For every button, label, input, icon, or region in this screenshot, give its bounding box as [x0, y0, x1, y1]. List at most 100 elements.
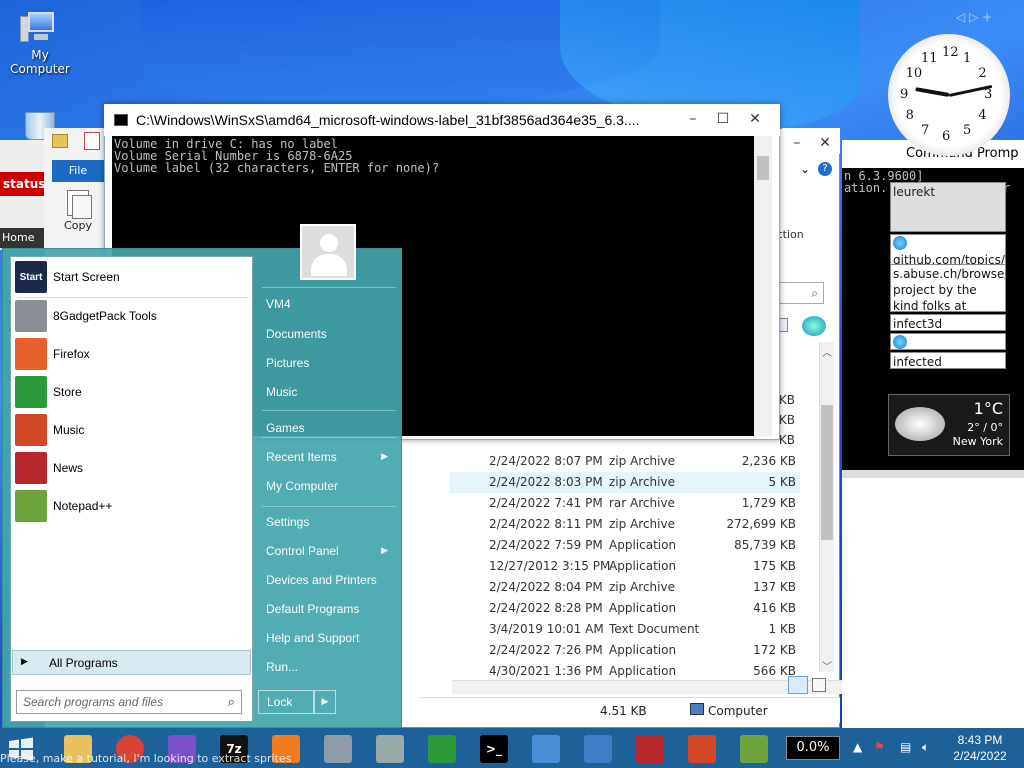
table-row[interactable]: 3/4/2019 10:01 AM Text Document 1 KB [450, 619, 800, 640]
table-row[interactable]: 2/24/2022 7:41 PM rar Archive 1,729 KB [450, 493, 800, 514]
large-icons-view-icon[interactable] [812, 678, 826, 692]
file-size: 175 KB [753, 559, 796, 573]
note-item[interactable]: leurekt [890, 182, 1006, 232]
start-place-item[interactable]: Control Panel ▶ [266, 544, 394, 558]
taskbar-button[interactable] [370, 732, 410, 766]
taskbar-button[interactable] [578, 732, 618, 766]
table-row[interactable]: 2/24/2022 7:26 PM Application 172 KB [450, 640, 800, 661]
minimize-button[interactable]: – [782, 132, 812, 154]
file-tab[interactable]: File [52, 160, 104, 182]
file-size: 5 KB [768, 475, 796, 489]
note-item[interactable]: infected [890, 352, 1006, 369]
table-row[interactable]: 2/24/2022 8:11 PM zip Archive 272,699 KB [450, 514, 800, 535]
firewall-icon [376, 735, 404, 763]
clock-number: 11 [921, 50, 938, 66]
start-place-item[interactable]: Run... [266, 660, 394, 674]
desktop-icon-my-computer[interactable]: My Computer [0, 10, 80, 76]
user-avatar[interactable] [300, 224, 356, 280]
network-icon[interactable]: ▤ [900, 740, 911, 754]
home-tab[interactable]: Home [0, 228, 46, 248]
start-place-label: Music [266, 385, 298, 399]
note-item[interactable]: s.abuse.ch/browse/Another project by the… [890, 264, 1006, 312]
start-item[interactable]: Start Start Screen [13, 259, 251, 295]
taskbar-clock[interactable]: 8:43 PM 2/24/2022 [940, 732, 1020, 764]
start-item[interactable]: Store [13, 374, 251, 410]
start-place-item[interactable]: Settings [266, 515, 394, 529]
table-row[interactable]: 2/24/2022 8:04 PM zip Archive 137 KB [450, 577, 800, 598]
remote-desktop-icon [584, 735, 612, 763]
note-item[interactable]: microantivirussca [890, 333, 1006, 350]
clock-number: 12 [942, 45, 959, 60]
details-view-icon[interactable] [788, 676, 808, 694]
start-place-item[interactable]: My Computer [266, 479, 394, 493]
copy-button[interactable]: Copy [58, 190, 98, 232]
taskbar-button[interactable] [630, 732, 670, 766]
start-place-item[interactable]: Devices and Printers [266, 573, 394, 587]
notepad-icon [740, 735, 768, 763]
scroll-thumb[interactable] [757, 156, 769, 180]
console-scrollbar[interactable] [754, 136, 772, 436]
start-search-input[interactable]: Search programs and files ⌕ [16, 690, 242, 714]
taskbar-button[interactable] [682, 732, 722, 766]
note-item[interactable]: github.com/topics/malware-samples [890, 234, 1006, 268]
tray-up-arrow-icon[interactable]: ▲ [853, 740, 862, 754]
file-size: 172 KB [753, 643, 796, 657]
file-size: 1 KB [768, 622, 796, 636]
scroll-down-icon[interactable]: ﹀ [822, 658, 832, 673]
shell-icon[interactable] [802, 316, 826, 336]
close-button[interactable]: ✕ [810, 132, 840, 154]
note-item[interactable]: infect3d [890, 314, 1006, 331]
computer-icon [690, 703, 704, 715]
all-programs-button[interactable]: ▶ All Programs [12, 650, 251, 675]
start-place-item[interactable]: VM4 [266, 297, 394, 311]
taskbar-button[interactable]: >_ [474, 732, 514, 766]
properties-icon[interactable] [84, 132, 100, 150]
file-date: 2/24/2022 8:03 PM [489, 475, 603, 489]
clock-number: 7 [921, 123, 930, 139]
taskbar-button[interactable] [422, 732, 462, 766]
table-row[interactable]: 4/30/2021 1:36 PM Application 566 KB [450, 661, 800, 682]
table-row[interactable]: 12/27/2012 3:15 PM Application 175 KB [450, 556, 800, 577]
close-button[interactable]: ✕ [740, 108, 770, 130]
action-center-icon[interactable]: ⚑ [874, 740, 885, 754]
start-place-item[interactable]: Default Programs [266, 602, 394, 616]
start-place-item[interactable]: Pictures [266, 356, 394, 370]
start-place-item[interactable]: Music [266, 385, 394, 399]
taskbar-button[interactable] [318, 732, 358, 766]
minimize-button[interactable]: – [678, 108, 708, 130]
file-type: Application [609, 559, 677, 573]
volume-icon[interactable]: 🔈︎ [922, 740, 929, 755]
start-place-item[interactable]: Games [266, 421, 394, 435]
start-place-label: My Computer [266, 479, 339, 493]
scroll-thumb[interactable] [821, 405, 833, 540]
start-item[interactable]: Music [13, 412, 251, 448]
taskbar-button[interactable] [526, 732, 566, 766]
copy-label: Copy [64, 219, 92, 232]
command-prompt-titlebar[interactable]: C:\Windows\WinSxS\amd64_microsoft-window… [104, 104, 780, 136]
start-item[interactable]: Notepad++ [13, 488, 251, 524]
maximize-button[interactable]: ☐ [708, 108, 738, 130]
lock-options-arrow[interactable]: ▶ [314, 690, 336, 714]
clock-number: 6 [942, 129, 951, 144]
table-row[interactable]: 2/24/2022 8:03 PM zip Archive 5 KB [450, 472, 800, 493]
sidebar-nav-icons[interactable]: ◁ ▷ + [956, 10, 992, 24]
computer-icon [20, 10, 60, 44]
table-row[interactable]: 2/24/2022 8:07 PM zip Archive 2,236 KB [450, 451, 800, 472]
taskbar-button[interactable] [734, 732, 774, 766]
lock-button[interactable]: Lock [258, 690, 314, 714]
start-place-item[interactable]: Recent Items ▶ [266, 450, 394, 464]
start-item[interactable]: Firefox [13, 336, 251, 372]
scroll-up-icon[interactable]: ︿ [822, 344, 832, 359]
start-item-label: Start Screen [53, 270, 120, 284]
start-item[interactable]: 8GadgetPack Tools [13, 298, 251, 334]
start-place-item[interactable]: Documents [266, 327, 394, 341]
table-row[interactable]: 2/24/2022 7:59 PM Application 85,739 KB [450, 535, 800, 556]
help-icon[interactable]: ? [818, 162, 832, 176]
time: 8:43 PM [957, 733, 1003, 747]
hour-hand [915, 87, 950, 97]
start-item-label: Store [53, 385, 82, 399]
table-row[interactable]: 2/24/2022 8:28 PM Application 416 KB [450, 598, 800, 619]
start-item[interactable]: News [13, 450, 251, 486]
explorer-expand-icon[interactable]: ⌄ [800, 162, 810, 176]
start-place-item[interactable]: Help and Support [266, 631, 394, 645]
